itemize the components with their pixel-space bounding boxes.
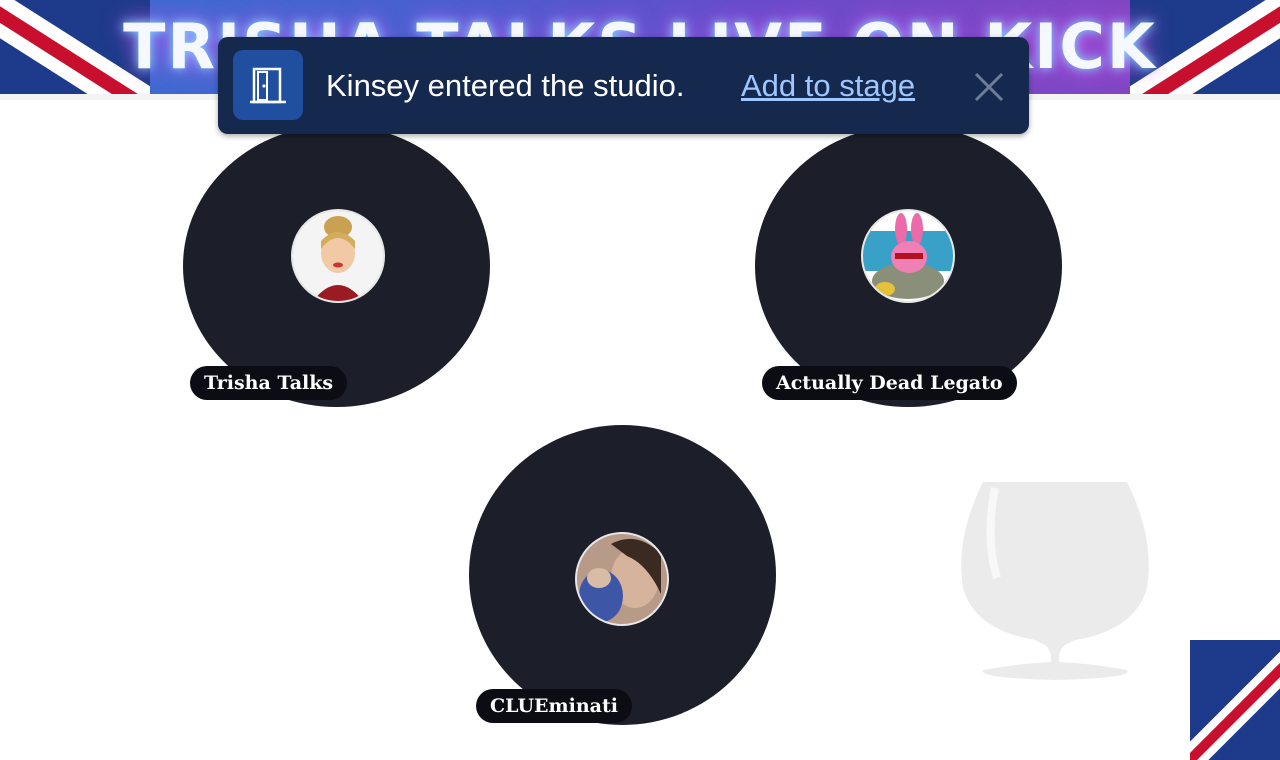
notification-message: Kinsey entered the studio. <box>326 68 685 103</box>
participant-name-tag: Trisha Talks <box>190 366 348 400</box>
participant-tile-clueminati[interactable] <box>469 425 776 725</box>
participant-name-tag: Actually Dead Legato <box>762 366 1017 400</box>
studio-notification: Kinsey entered the studio. Add to stage <box>218 37 1029 134</box>
participant-tile-trisha[interactable] <box>183 125 490 407</box>
participant-tile-legato[interactable] <box>755 125 1062 407</box>
door-icon <box>233 50 303 120</box>
close-icon[interactable] <box>972 70 1006 104</box>
participant-name-tag: CLUEminati <box>476 689 632 723</box>
avatar <box>291 209 385 303</box>
brandy-glass-image <box>961 482 1149 680</box>
avatar <box>861 209 955 303</box>
avatar <box>575 532 669 626</box>
union-flag-corner <box>1190 640 1280 760</box>
add-to-stage-link[interactable]: Add to stage <box>741 68 915 104</box>
